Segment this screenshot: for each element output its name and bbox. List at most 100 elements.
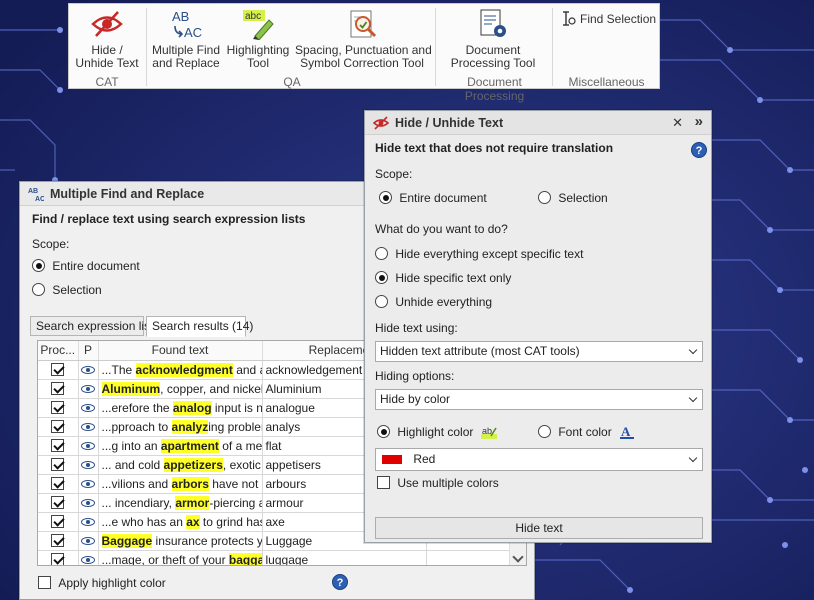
hide-specific-text-radio[interactable]: Hide specific text only bbox=[375, 271, 511, 285]
ribbon-hide-unhide-button[interactable]: Hide / Unhide Text bbox=[72, 6, 142, 70]
mfr-scope-selection-radio[interactable]: Selection bbox=[32, 283, 102, 297]
expand-icon[interactable]: » bbox=[695, 113, 703, 130]
processed-cell[interactable] bbox=[38, 455, 79, 475]
eye-icon[interactable] bbox=[81, 536, 95, 545]
processed-cell[interactable] bbox=[38, 436, 79, 456]
eye-icon[interactable] bbox=[81, 555, 95, 564]
found-match: Aluminum bbox=[101, 381, 161, 396]
checkbox-checked[interactable] bbox=[51, 381, 65, 395]
found-text-cell: ...erefore the analog input is not ... bbox=[98, 398, 263, 418]
eye-icon[interactable] bbox=[81, 365, 95, 374]
column-header-preview[interactable]: P bbox=[78, 341, 99, 361]
found-text-cell: ...mage, or theft of your baggage. bbox=[98, 550, 263, 565]
preview-cell[interactable] bbox=[78, 360, 99, 380]
checkbox-checked[interactable] bbox=[51, 400, 65, 414]
found-text-cell: ...e who has an ax to grind has ... bbox=[98, 512, 263, 532]
processed-cell[interactable] bbox=[38, 512, 79, 532]
ribbon-find-selection-button[interactable]: Find Selection bbox=[562, 11, 656, 27]
hide-scope-selection-radio[interactable]: Selection bbox=[538, 191, 608, 205]
radio-selected[interactable] bbox=[32, 259, 45, 272]
checkbox-checked[interactable] bbox=[51, 495, 65, 509]
eye-icon[interactable] bbox=[81, 422, 95, 431]
tab-search-results[interactable]: Search results (14) bbox=[146, 316, 253, 337]
processed-cell[interactable] bbox=[38, 531, 79, 551]
highlight-color-radio[interactable]: Highlight color ab bbox=[377, 424, 497, 440]
eye-icon[interactable] bbox=[81, 384, 95, 393]
checkbox-checked[interactable] bbox=[51, 457, 65, 471]
help-icon[interactable]: ? bbox=[332, 574, 348, 590]
eye-icon[interactable] bbox=[81, 498, 95, 507]
use-multiple-colors-checkbox[interactable]: Use multiple colors bbox=[377, 476, 499, 490]
checkbox-checked[interactable] bbox=[51, 552, 65, 565]
radio-unselected[interactable] bbox=[538, 425, 551, 438]
radio-selected[interactable] bbox=[375, 271, 388, 284]
mfr-scope-entire-document-radio[interactable]: Entire document bbox=[32, 259, 140, 273]
radio-selected[interactable] bbox=[377, 425, 390, 438]
color-dropdown[interactable]: Red bbox=[375, 448, 703, 471]
preview-cell[interactable] bbox=[78, 417, 99, 437]
eye-icon[interactable] bbox=[81, 403, 95, 412]
checkbox-unchecked[interactable] bbox=[377, 476, 390, 489]
eye-icon[interactable] bbox=[81, 441, 95, 450]
checkbox-checked[interactable] bbox=[51, 533, 65, 547]
checkbox-checked[interactable] bbox=[51, 438, 65, 452]
processed-cell[interactable] bbox=[38, 379, 79, 399]
ribbon-multiple-find-replace-button[interactable]: AB AC Multiple Find and Replace bbox=[149, 6, 223, 70]
eye-icon[interactable] bbox=[81, 517, 95, 526]
radio-unselected[interactable] bbox=[32, 283, 45, 296]
checkbox-checked[interactable] bbox=[51, 419, 65, 433]
processed-cell[interactable] bbox=[38, 474, 79, 494]
table-row[interactable]: ...mage, or theft of your baggage.luggag… bbox=[38, 550, 526, 565]
preview-cell[interactable] bbox=[78, 531, 99, 551]
apply-highlight-color-checkbox[interactable]: Apply highlight color bbox=[38, 576, 166, 590]
preview-cell[interactable] bbox=[78, 436, 99, 456]
hide-text-icon bbox=[91, 11, 123, 37]
help-icon[interactable]: ? bbox=[691, 142, 707, 158]
checkbox-unchecked[interactable] bbox=[38, 576, 51, 589]
preview-cell[interactable] bbox=[78, 493, 99, 513]
svg-text:AC: AC bbox=[184, 25, 202, 40]
hiding-options-dropdown[interactable]: Hide by color bbox=[375, 389, 703, 410]
ribbon-separator bbox=[552, 8, 553, 86]
hide-everything-except-radio[interactable]: Hide everything except specific text bbox=[375, 247, 583, 261]
found-text-cell: ...The acknowledgment and ac... bbox=[98, 360, 263, 380]
unhide-everything-radio[interactable]: Unhide everything bbox=[375, 295, 492, 309]
preview-cell[interactable] bbox=[78, 512, 99, 532]
column-header-processed[interactable]: Proc... bbox=[38, 341, 79, 361]
checkbox-checked[interactable] bbox=[51, 514, 65, 528]
chevron-down-icon bbox=[688, 345, 698, 355]
tab-search-expression-list[interactable]: Search expression list bbox=[30, 316, 153, 336]
radio-unselected[interactable] bbox=[538, 191, 551, 204]
column-header-found-text[interactable]: Found text bbox=[98, 341, 263, 361]
checkbox-checked[interactable] bbox=[51, 476, 65, 490]
preview-cell[interactable] bbox=[78, 474, 99, 494]
preview-cell[interactable] bbox=[78, 379, 99, 399]
ribbon-spacing-correction-button[interactable]: Spacing, Punctuation and Symbol Correcti… bbox=[295, 6, 432, 70]
close-icon[interactable]: ✕ bbox=[672, 115, 683, 131]
ribbon: Hide / Unhide Text AB AC Multiple Find a… bbox=[68, 3, 660, 103]
hide-scope-entire-document-radio[interactable]: Entire document bbox=[379, 191, 487, 205]
font-color-radio[interactable]: Font color A bbox=[538, 424, 635, 440]
processed-cell[interactable] bbox=[38, 360, 79, 380]
ribbon-highlighting-tool-button[interactable]: abc Highlighting Tool bbox=[223, 6, 293, 70]
radio-selected[interactable] bbox=[379, 191, 392, 204]
eye-icon[interactable] bbox=[81, 479, 95, 488]
processed-cell[interactable] bbox=[38, 493, 79, 513]
eye-icon[interactable] bbox=[81, 460, 95, 469]
processed-cell[interactable] bbox=[38, 550, 79, 565]
svg-text:ab: ab bbox=[482, 426, 492, 436]
radio-unselected[interactable] bbox=[375, 295, 388, 308]
radio-unselected[interactable] bbox=[375, 247, 388, 260]
preview-cell[interactable] bbox=[78, 550, 99, 565]
hide-text-button[interactable]: Hide text bbox=[375, 517, 703, 539]
checkbox-checked[interactable] bbox=[51, 362, 65, 376]
preview-cell[interactable] bbox=[78, 398, 99, 418]
find-replace-icon: AB AC bbox=[172, 9, 202, 40]
hide-text-using-dropdown[interactable]: Hidden text attribute (most CAT tools) bbox=[375, 341, 703, 362]
ribbon-document-processing-button[interactable]: Document Processing Tool bbox=[449, 6, 537, 70]
processed-cell[interactable] bbox=[38, 398, 79, 418]
scroll-down-arrow-icon[interactable] bbox=[512, 551, 524, 563]
font-color-icon: A bbox=[620, 424, 635, 439]
processed-cell[interactable] bbox=[38, 417, 79, 437]
preview-cell[interactable] bbox=[78, 455, 99, 475]
